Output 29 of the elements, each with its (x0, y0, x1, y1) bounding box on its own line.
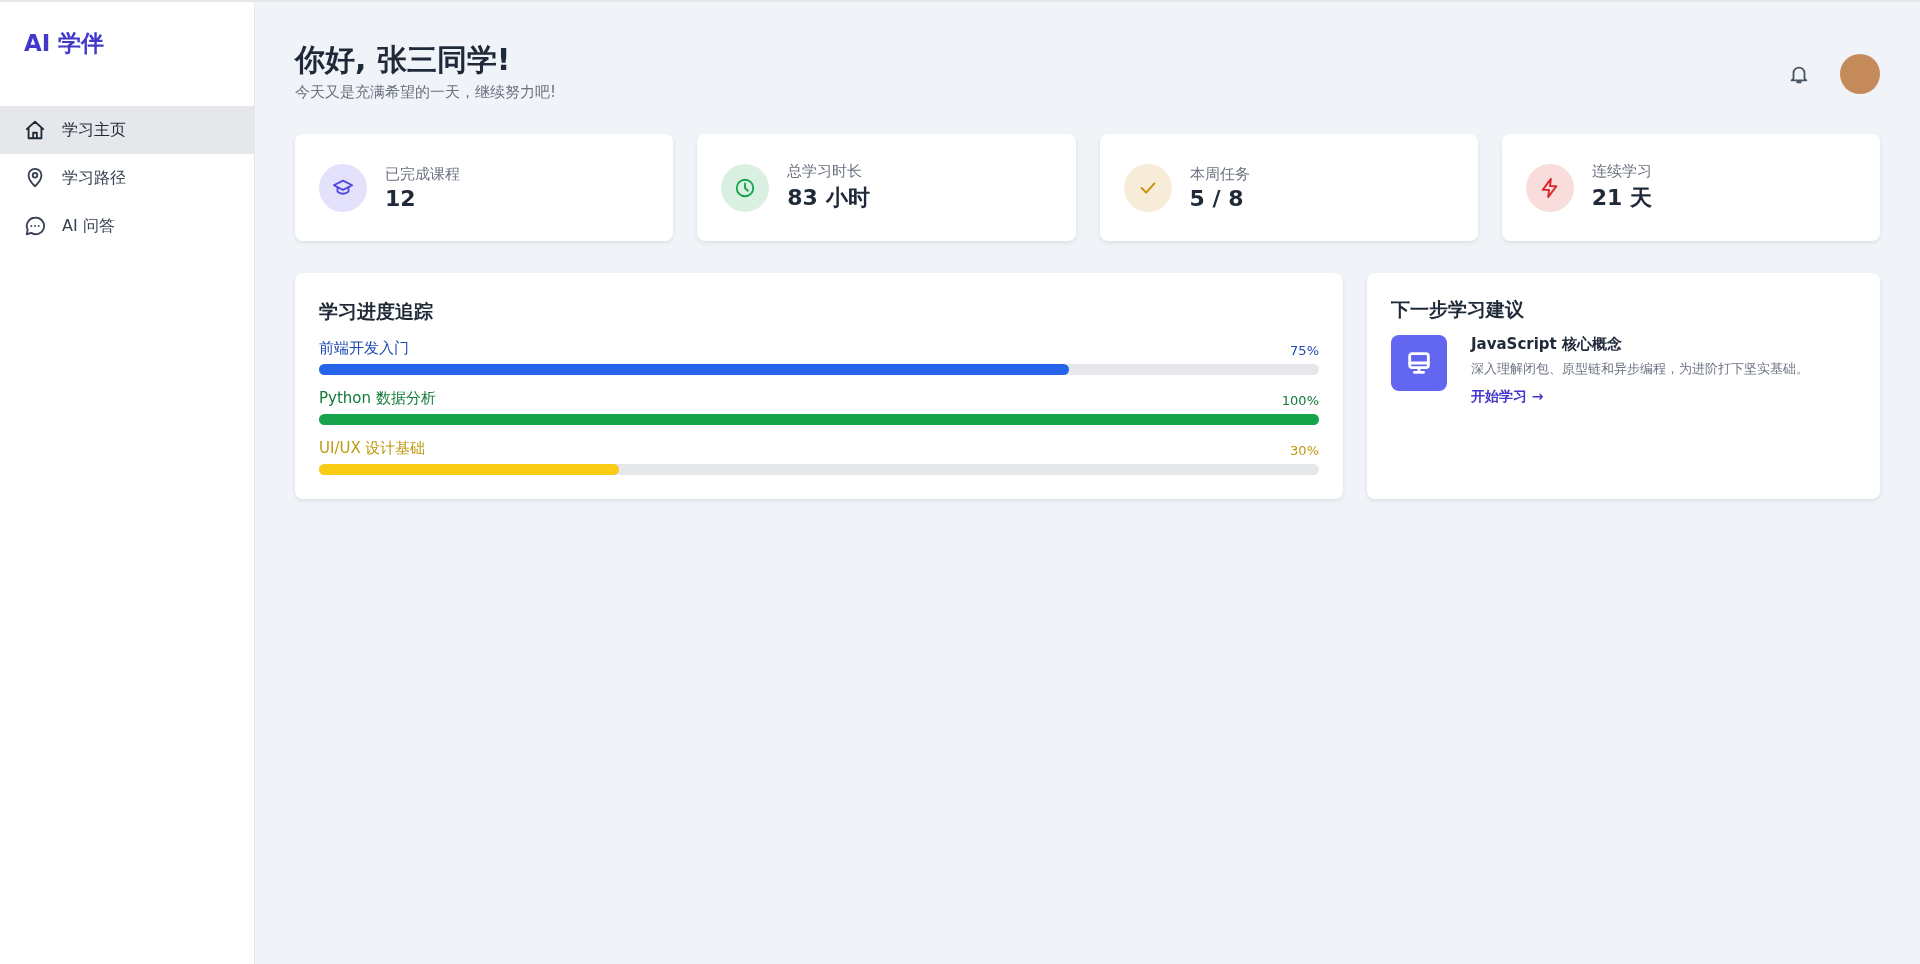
greeting-title: 你好, 张三同学! (295, 41, 512, 79)
chat-bubble-icon (24, 215, 46, 237)
stat-value: 5 / 8 (1189, 185, 1245, 211)
greeting-subtitle: 今天又是充满希望的一天，继续努力吧! (295, 83, 556, 102)
stat-label: 连续学习 (1591, 162, 1653, 181)
course-name: UI/UX 设计基础 (319, 439, 426, 458)
stat-value: 83 小时 (787, 184, 870, 212)
card-title: 学习进度追踪 (319, 299, 434, 324)
course-title: JavaScript 核心概念 (1471, 335, 1623, 354)
progress-percent: 75% (1290, 343, 1319, 358)
course-name: 前端开发入门 (319, 339, 409, 358)
card-title: 下一步学习建议 (1391, 297, 1525, 322)
progress-percent: 30% (1290, 443, 1319, 458)
stat-value: 12 (385, 185, 417, 211)
nav-item[interactable]: AI 问答 (0, 202, 254, 250)
course-description: 深入理解闭包、原型链和异步编程，为进阶打下坚实基础。 (1471, 360, 1809, 378)
nav-item[interactable]: 学习主页 (0, 106, 254, 154)
stat-label: 已完成课程 (385, 164, 460, 184)
stat-label: 本周任务 (1189, 164, 1250, 184)
home-icon (24, 119, 46, 141)
start-learning-link[interactable]: 开始学习 → (1471, 388, 1544, 406)
course-name: Python 数据分析 (319, 389, 436, 408)
stat-value: 21 天 (1591, 184, 1653, 212)
avatar-placeholder[interactable] (1840, 54, 1880, 94)
stat-label: 总学习时长 (787, 162, 864, 181)
app-logo: AI 学伴 (23, 29, 106, 58)
monitor-icon (1391, 335, 1447, 391)
progress-percent: 100% (1281, 393, 1319, 408)
nav-item[interactable]: 学习路径 (0, 154, 254, 202)
